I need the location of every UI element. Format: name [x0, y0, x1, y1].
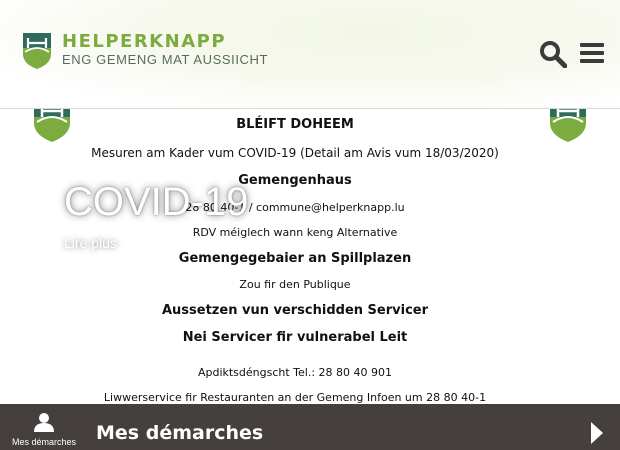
notice-section-new-services: Nei Servicer fir vulnerabel Leit	[182, 330, 408, 345]
brand-name[interactable]: HELPERKNAPP	[62, 31, 226, 52]
bottom-bar-title[interactable]: Mes démarches	[96, 422, 263, 444]
search-icon[interactable]	[539, 40, 567, 68]
slide-title: COVID-19	[64, 180, 249, 224]
notice-delivery: Liwwerservice fir Restauranten an der Ge…	[103, 391, 487, 404]
notice-pharmacy: Apdiktsdéngscht Tel.: 28 80 40 901	[197, 366, 393, 379]
read-more-link[interactable]: Lire plus	[64, 235, 117, 251]
notice-heading: BLÉIFT DOHEEM	[236, 117, 354, 132]
notice-section-buildings: Gemengegebaier an Spillplazen	[178, 251, 412, 266]
brand-tagline: ENG GEMENG MAT AUSSIICHT	[62, 52, 269, 67]
user-icon[interactable]	[34, 412, 54, 432]
notice-section-suspended: Aussetzen vun verschidden Servicer	[161, 303, 429, 318]
arrow-right-icon[interactable]	[589, 421, 605, 445]
site-header: HELPERKNAPP ENG GEMENG MAT AUSSIICHT	[0, 0, 620, 109]
hamburger-menu-icon[interactable]	[580, 42, 604, 64]
logo-shield-icon[interactable]	[22, 32, 52, 70]
notice-subheading: Mesuren am Kader vum COVID-19 (Detail am…	[91, 146, 499, 160]
notice-closed: Zou fir den Publique	[239, 278, 351, 291]
bottom-bar[interactable]	[0, 404, 620, 450]
user-icon-label[interactable]: Mes démarches	[6, 437, 82, 447]
covid-notice: BLÉIFT DOHEEM Mesuren am Kader vum COVID…	[0, 109, 620, 404]
